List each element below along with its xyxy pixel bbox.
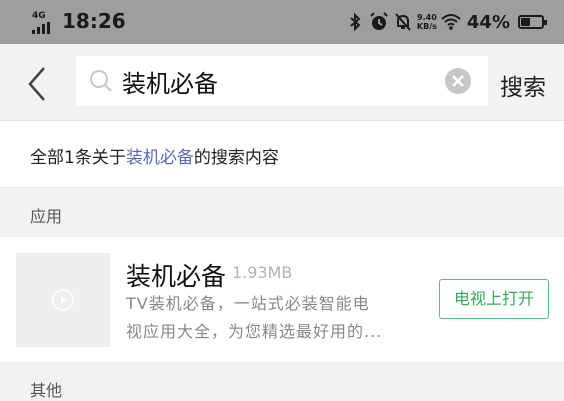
search-icon — [90, 70, 112, 92]
clock: 18:26 — [62, 9, 126, 33]
search-query[interactable]: 装机必备 — [122, 64, 444, 99]
battery-icon — [518, 15, 547, 29]
bluetooth-icon — [350, 12, 361, 32]
battery-percent: 44% — [466, 11, 510, 33]
app-description: TV装机必备，一站式必装智能电 视应用大全，为您精选最好用的... — [126, 294, 383, 341]
status-icons: 9.40 KB/s 44% — [341, 9, 547, 35]
search-button[interactable]: 搜索 — [500, 68, 546, 102]
app-thumbnail[interactable] — [16, 253, 110, 347]
battery-level — [521, 18, 530, 26]
status-bar: 4G 18:26 9.40 KB/s 44% — [0, 0, 564, 44]
section-apps-label: 应用 — [30, 207, 63, 226]
network-speed: 9.40 KB/s — [416, 13, 437, 31]
network-type: 4G — [32, 11, 46, 21]
section-other: 其他 — [0, 363, 564, 400]
result-summary-text: 全部1条关于装机必备的搜索内容 — [30, 148, 279, 168]
open-on-tv-button[interactable]: 电视上打开 — [439, 279, 549, 319]
signal-icon — [32, 22, 50, 34]
search-header: 装机必备 搜索 — [0, 44, 564, 121]
result-summary: 全部1条关于装机必备的搜索内容 — [0, 121, 564, 188]
back-arrow-icon[interactable] — [24, 64, 52, 104]
clear-icon[interactable] — [444, 67, 472, 95]
mute-icon — [395, 13, 411, 31]
section-other-label: 其他 — [30, 381, 63, 400]
wifi-icon — [441, 14, 461, 30]
play-icon — [52, 289, 74, 311]
app-size: 1.93MB — [232, 263, 293, 282]
alarm-icon — [370, 12, 388, 30]
summary-keyword: 装机必备 — [125, 148, 194, 168]
app-name[interactable]: 装机必备 — [126, 257, 226, 293]
app-result-row[interactable]: 装机必备 1.93MB TV装机必备，一站式必装智能电 视应用大全，为您精选最好… — [0, 237, 564, 362]
search-input[interactable]: 装机必备 — [76, 56, 488, 106]
section-apps: 应用 — [0, 188, 564, 236]
